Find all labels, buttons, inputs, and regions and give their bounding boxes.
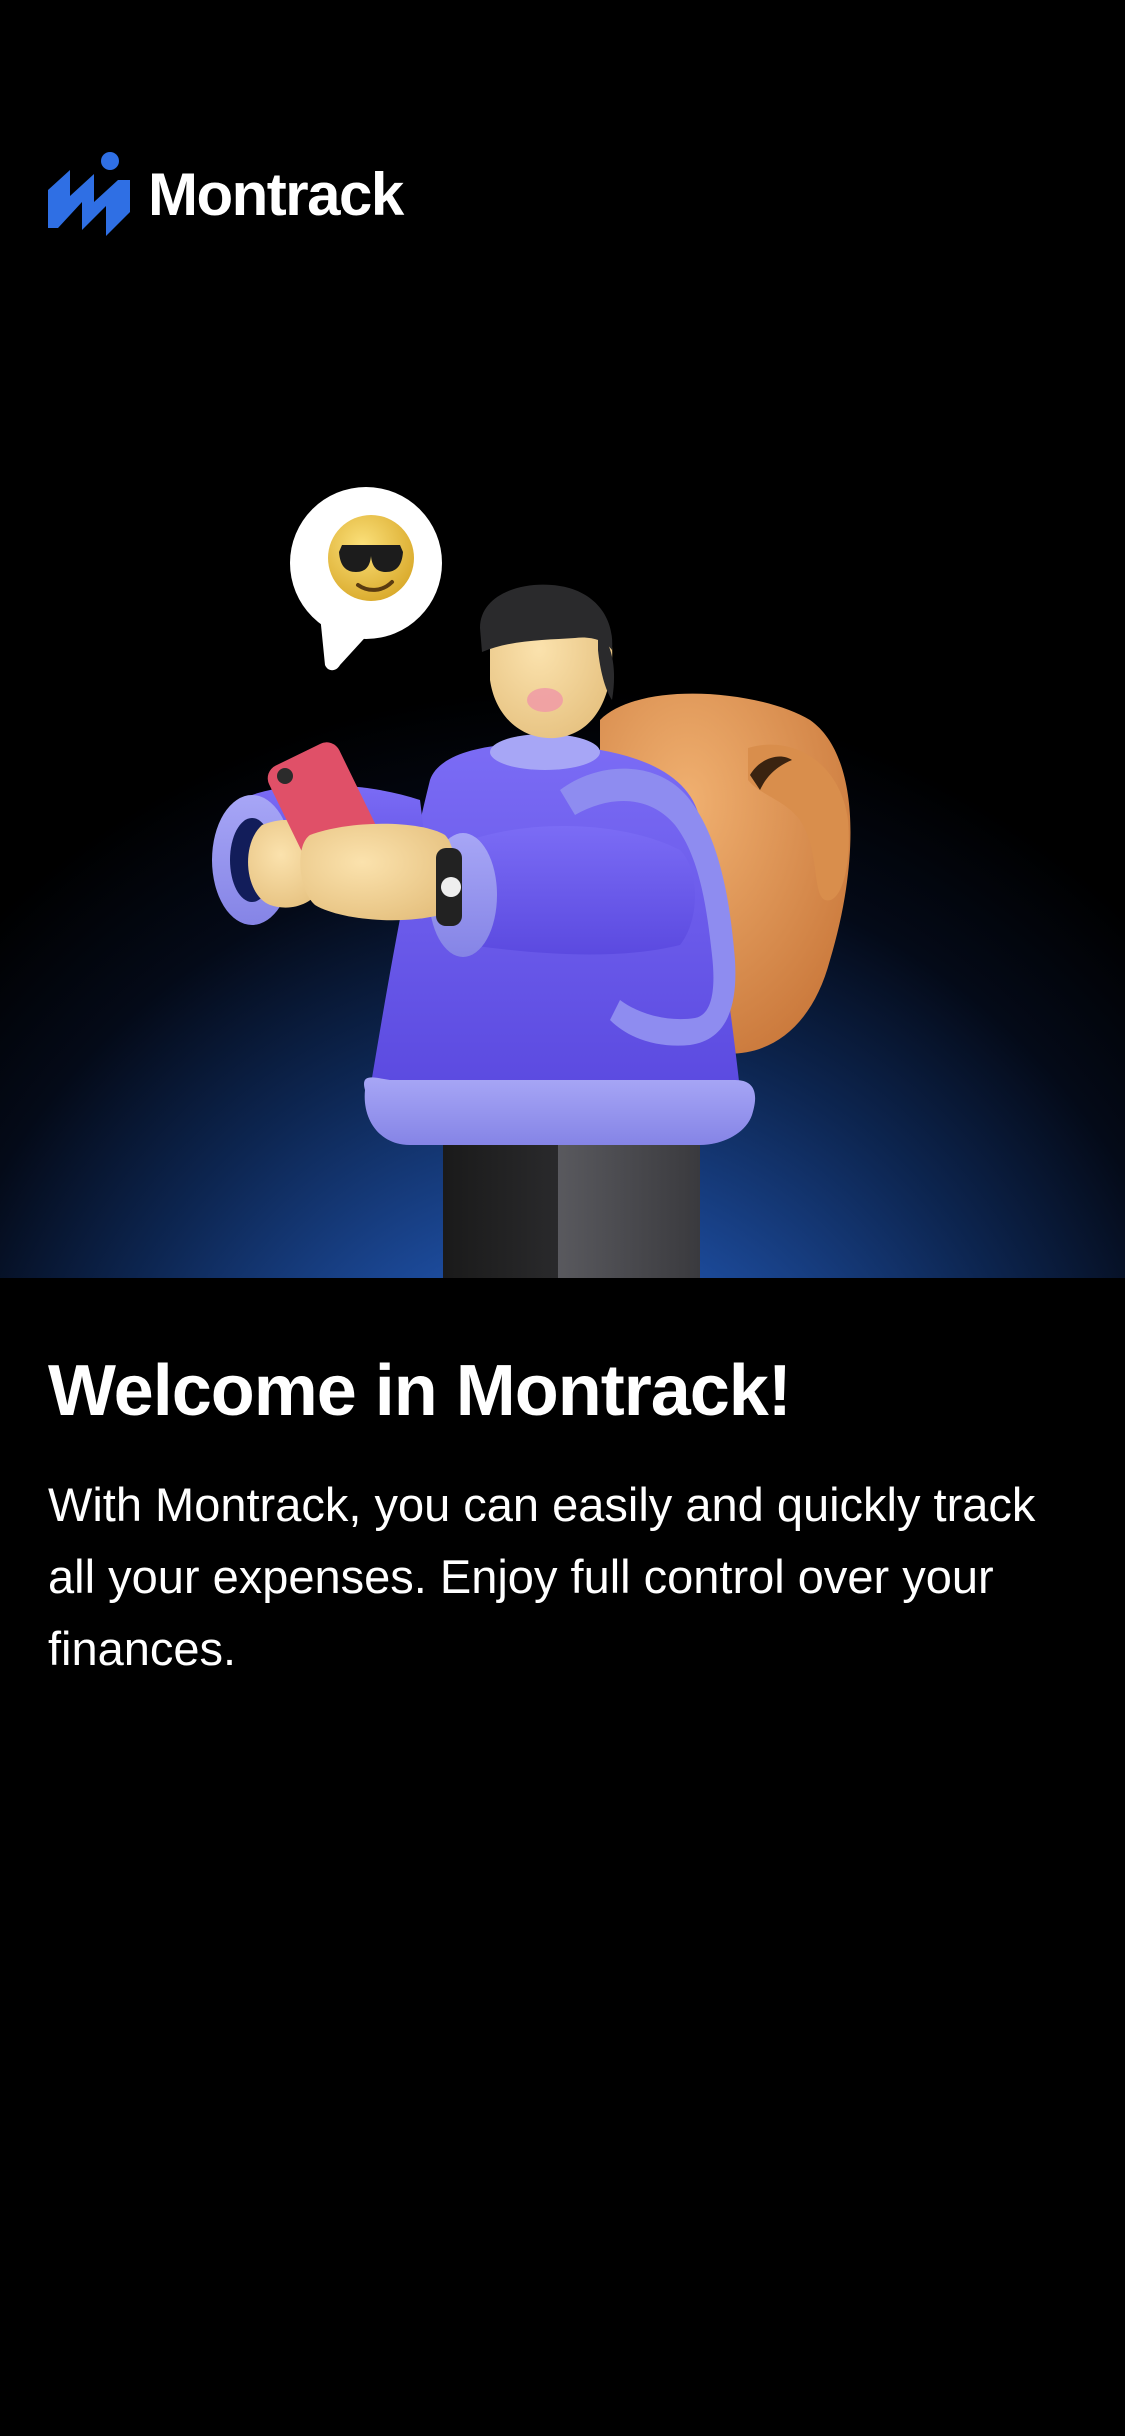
right-arm: [429, 826, 695, 957]
page-description: With Montrack, you can easily and quickl…: [48, 1477, 1036, 1675]
brand-name: Montrack: [148, 161, 404, 228]
hands-and-phone: [248, 742, 462, 926]
montrack-logo-icon: [48, 152, 130, 236]
page-title: Welcome in Montrack!: [48, 1351, 792, 1431]
brand-logo: Montrack: [48, 152, 404, 238]
head: [480, 584, 615, 739]
sunglasses-emoji-icon: [328, 515, 414, 601]
speech-bubble: [290, 487, 442, 671]
hero-section: Montrack: [0, 0, 1125, 1278]
onboarding-content: Welcome in Montrack! With Montrack, you …: [48, 1350, 1078, 1685]
